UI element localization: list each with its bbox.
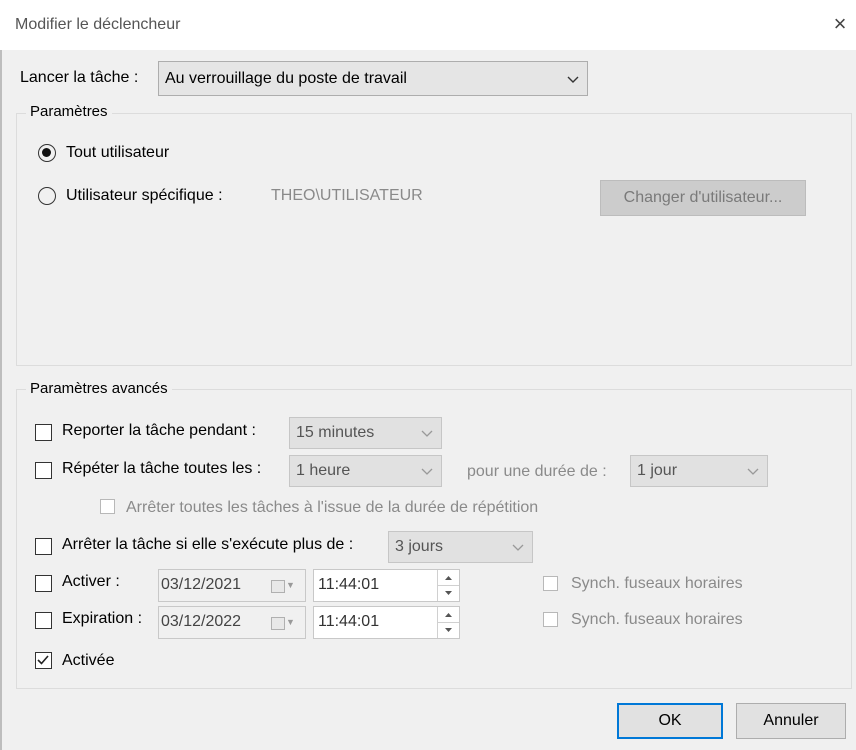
chevron-down-icon — [512, 532, 524, 562]
repeat-label: Répéter la tâche toutes les : — [62, 460, 262, 477]
delay-dropdown[interactable]: 15 minutes — [289, 417, 442, 449]
close-icon[interactable]: × — [828, 12, 852, 36]
radio-selected-dot — [42, 148, 51, 157]
ok-button[interactable]: OK — [617, 703, 723, 739]
dropdown-arrow-icon: ▼ — [286, 617, 295, 627]
repeat-value: 1 heure — [296, 462, 351, 479]
window-title: Modifier le déclencheur — [15, 16, 181, 33]
calendar-icon — [271, 617, 285, 630]
delay-value: 15 minutes — [296, 424, 375, 441]
activate-date-picker[interactable]: 03/12/2021 ▼ — [158, 569, 306, 602]
expire-date-picker[interactable]: 03/12/2022 ▼ — [158, 606, 306, 639]
stop-all-label: Arrêter toutes les tâches à l'issue de l… — [126, 499, 539, 516]
stop-if-label: Arrêter la tâche si elle s'exécute plus … — [62, 536, 354, 553]
expire-sync-checkbox[interactable] — [543, 612, 558, 627]
expire-time-value: 11:44:01 — [318, 613, 380, 630]
activate-sync-label: Synch. fuseaux horaires — [571, 575, 743, 592]
activate-time-field[interactable]: 11:44:01 — [313, 569, 460, 602]
specific-user-radio[interactable] — [38, 187, 56, 205]
cancel-button[interactable]: Annuler — [736, 703, 846, 739]
any-user-label: Tout utilisateur — [66, 144, 170, 161]
dropdown-arrow-icon: ▼ — [286, 580, 295, 590]
any-user-radio[interactable] — [38, 144, 56, 162]
settings-title: Paramètres — [26, 103, 112, 120]
checkmark-icon — [37, 655, 49, 665]
chevron-down-icon — [421, 456, 433, 486]
activate-date-value: 03/12/2021 — [161, 576, 242, 593]
repeat-dropdown[interactable]: 1 heure — [289, 455, 442, 487]
activate-time-value: 11:44:01 — [318, 576, 380, 593]
stop-if-value: 3 jours — [395, 538, 444, 555]
stop-if-dropdown[interactable]: 3 jours — [388, 531, 533, 563]
specific-user-label: Utilisateur spécifique : — [66, 187, 223, 204]
duration-value: 1 jour — [637, 462, 678, 479]
expire-time-field[interactable]: 11:44:01 — [313, 606, 460, 639]
user-value: THEO\UTILISATEUR — [271, 187, 423, 204]
change-user-button[interactable]: Changer d'utilisateur... — [600, 180, 806, 216]
expire-checkbox[interactable] — [35, 612, 52, 629]
stop-all-checkbox[interactable] — [100, 499, 115, 514]
delay-checkbox[interactable] — [35, 424, 52, 441]
trigger-label: Lancer la tâche : — [20, 69, 139, 86]
chevron-down-icon — [747, 456, 759, 486]
delay-label: Reporter la tâche pendant : — [62, 422, 256, 439]
chevron-down-icon — [567, 62, 579, 95]
activate-label: Activer : — [62, 573, 120, 590]
trigger-dropdown[interactable]: Au verrouillage du poste de travail — [158, 61, 588, 96]
chevron-down-icon — [421, 418, 433, 448]
enabled-label: Activée — [62, 652, 115, 669]
time-spinner[interactable] — [437, 570, 459, 601]
advanced-title: Paramètres avancés — [26, 380, 172, 397]
activate-checkbox[interactable] — [35, 575, 52, 592]
enabled-checkbox[interactable] — [35, 652, 52, 669]
window-edge — [0, 50, 2, 750]
stop-if-checkbox[interactable] — [35, 538, 52, 555]
duration-label: pour une durée de : — [467, 463, 607, 480]
activate-sync-checkbox[interactable] — [543, 576, 558, 591]
expire-sync-label: Synch. fuseaux horaires — [571, 611, 743, 628]
trigger-dropdown-value: Au verrouillage du poste de travail — [165, 70, 407, 87]
calendar-icon — [271, 580, 285, 593]
expire-date-value: 03/12/2022 — [161, 613, 242, 630]
expire-label: Expiration : — [62, 610, 143, 627]
duration-dropdown[interactable]: 1 jour — [630, 455, 768, 487]
time-spinner[interactable] — [437, 607, 459, 638]
repeat-checkbox[interactable] — [35, 462, 52, 479]
